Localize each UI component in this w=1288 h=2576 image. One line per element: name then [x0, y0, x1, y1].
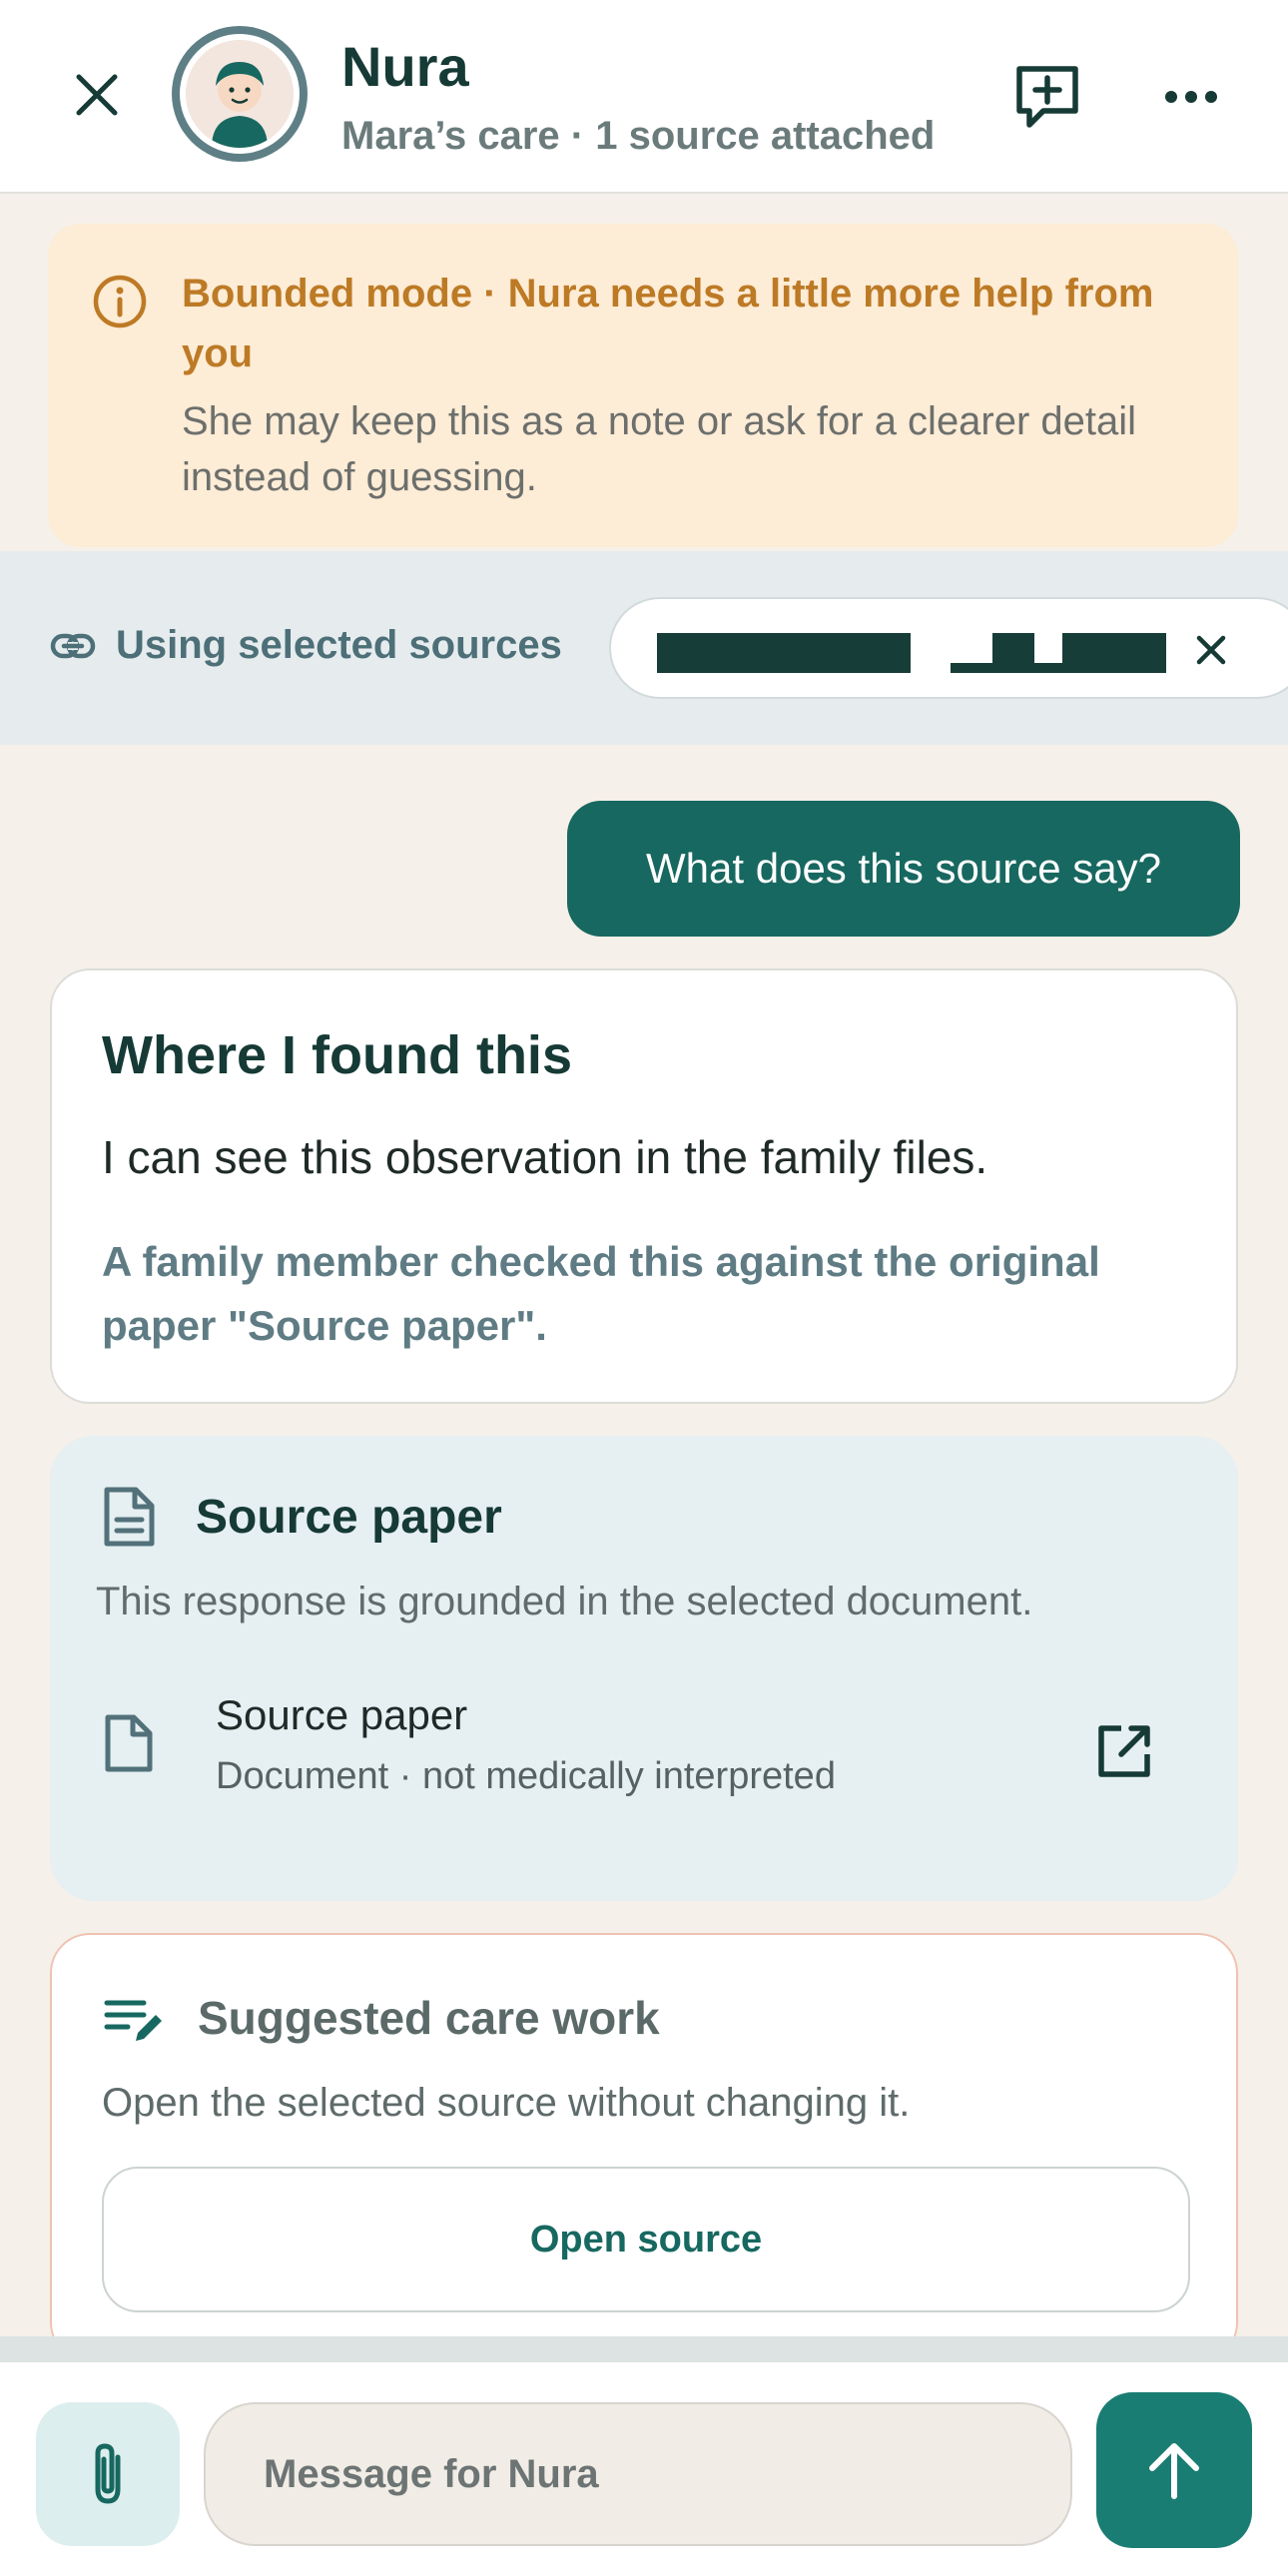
- open-external-button[interactable]: [1084, 1711, 1164, 1791]
- message-input[interactable]: [204, 2402, 1072, 2546]
- redacted-source-name: [657, 633, 1166, 673]
- remove-source-button[interactable]: [1186, 625, 1236, 675]
- answer-body: I can see this observation in the family…: [102, 1131, 988, 1183]
- assistant-answer-card: Where I found this I can see this observ…: [50, 968, 1238, 1404]
- source-document-meta: Document · not medically interpreted: [216, 1755, 836, 1797]
- more-options-button[interactable]: [1146, 52, 1236, 142]
- user-message-bubble: What does this source say?: [567, 801, 1240, 937]
- bounded-mode-banner: Bounded mode · Nura needs a little more …: [48, 224, 1238, 547]
- suggested-description: Open the selected source without changin…: [102, 2081, 911, 2125]
- banner-title: Bounded mode · Nura needs a little more …: [182, 272, 1154, 375]
- chat-title: Nura: [341, 35, 469, 98]
- send-button[interactable]: [1096, 2392, 1252, 2548]
- more-icon: [1165, 91, 1217, 103]
- selected-sources-bar: Using selected sources █████████ ▁▆▁▆██: [0, 551, 1288, 745]
- source-panel-title: Source paper: [196, 1491, 502, 1544]
- new-note-button[interactable]: [1002, 52, 1092, 142]
- suggested-care-work-card: Suggested care work Open the selected so…: [50, 1933, 1238, 2362]
- sources-label: Using selected sources: [50, 623, 562, 668]
- source-document-name[interactable]: Source paper: [216, 1691, 467, 1739]
- close-icon: [76, 74, 118, 116]
- chat-subtitle: Mara’s care · 1 source attached: [341, 114, 936, 158]
- avatar: [172, 26, 308, 162]
- source-panel-description: This response is grounded in the selecte…: [96, 1580, 1033, 1623]
- edit-notes-icon: [104, 2000, 162, 2041]
- sources-label-text: Using selected sources: [116, 623, 562, 667]
- close-button[interactable]: [62, 60, 132, 130]
- suggested-title: Suggested care work: [198, 1992, 660, 2044]
- nura-avatar-icon: [186, 40, 294, 148]
- arrow-up-icon: [1149, 2443, 1199, 2499]
- message-composer: [0, 2362, 1288, 2576]
- attach-button[interactable]: [36, 2402, 180, 2546]
- source-chip[interactable]: █████████ ▁▆▁▆██: [609, 597, 1288, 699]
- banner-body: She may keep this as a note or ask for a…: [182, 399, 1137, 499]
- info-icon: [93, 275, 147, 328]
- open-external-icon: [1098, 1725, 1150, 1777]
- verification-note: A family member checked this against the…: [102, 1238, 1100, 1349]
- new-note-icon: [1016, 66, 1078, 128]
- answer-title: Where I found this: [102, 1025, 572, 1085]
- document-icon: [104, 1487, 155, 1547]
- source-panel: Source paper This response is grounded i…: [50, 1436, 1238, 1901]
- app-header: Nura Mara’s care · 1 source attached: [0, 0, 1288, 194]
- composer-divider: [0, 2336, 1288, 2364]
- close-icon: [1196, 635, 1226, 665]
- file-icon: [105, 1714, 153, 1772]
- open-source-button[interactable]: Open source: [102, 2167, 1190, 2312]
- link-icon: [50, 633, 96, 658]
- paperclip-icon: [95, 2443, 121, 2504]
